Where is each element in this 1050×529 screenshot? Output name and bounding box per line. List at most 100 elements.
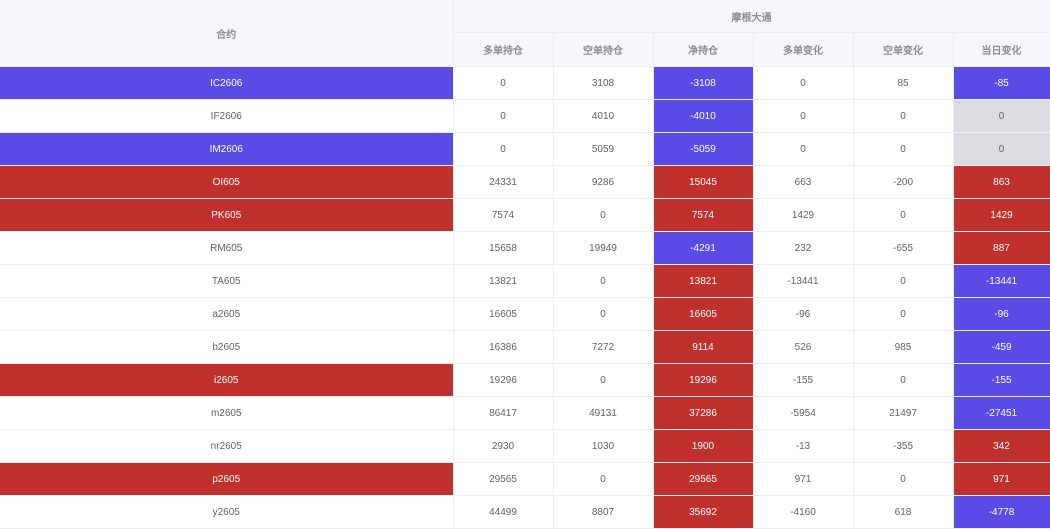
long-position-cell: 19296	[453, 363, 554, 397]
net-position-cell: -5059	[653, 132, 754, 166]
table-row[interactable]: i2605 19296 0 19296 -155 0 -155	[0, 363, 1050, 397]
daily-change-cell: 0	[953, 99, 1050, 133]
net-position-cell: 37286	[653, 396, 754, 430]
long-position-cell: 44499	[453, 495, 554, 529]
daily-change-cell: -13441	[953, 264, 1050, 298]
net-position-cell: -4010	[653, 99, 754, 133]
long-change-cell: -5954	[753, 396, 854, 430]
header-group-jpmorgan: 摩根大通	[453, 0, 1050, 33]
short-change-cell: 0	[853, 297, 954, 331]
long-change-cell: 663	[753, 165, 854, 199]
short-position-cell: 3108	[553, 66, 654, 100]
short-position-cell: 19949	[553, 231, 654, 265]
header-short-position[interactable]: 空单持仓	[553, 32, 654, 67]
long-position-cell: 0	[453, 99, 554, 133]
net-position-cell: 13821	[653, 264, 754, 298]
long-position-cell: 2930	[453, 429, 554, 463]
short-change-cell: 0	[853, 264, 954, 298]
short-change-cell: 0	[853, 198, 954, 232]
daily-change-cell: -459	[953, 330, 1050, 364]
short-change-cell: -200	[853, 165, 954, 199]
header-daily-change[interactable]: 当日变化	[953, 32, 1050, 67]
table-row[interactable]: IM2606 0 5059 -5059 0 0 0	[0, 132, 1050, 166]
table-row[interactable]: PK605 7574 0 7574 1429 0 1429	[0, 198, 1050, 232]
short-change-cell: 0	[853, 132, 954, 166]
long-position-cell: 0	[453, 66, 554, 100]
table-row[interactable]: OI605 24331 9286 15045 663 -200 863	[0, 165, 1050, 199]
long-change-cell: 1429	[753, 198, 854, 232]
short-change-cell: 0	[853, 363, 954, 397]
net-position-cell: 29565	[653, 462, 754, 496]
daily-change-cell: 342	[953, 429, 1050, 463]
long-position-cell: 16386	[453, 330, 554, 364]
net-position-cell: 9114	[653, 330, 754, 364]
header-short-change[interactable]: 空单变化	[853, 32, 954, 67]
daily-change-cell: -85	[953, 66, 1050, 100]
long-change-cell: -96	[753, 297, 854, 331]
contract-cell: IC2606	[0, 66, 454, 100]
short-position-cell: 8807	[553, 495, 654, 529]
header-contract[interactable]: 合约	[0, 0, 454, 67]
long-change-cell: -13441	[753, 264, 854, 298]
long-change-cell: -155	[753, 363, 854, 397]
long-position-cell: 15658	[453, 231, 554, 265]
long-change-cell: -13	[753, 429, 854, 463]
short-position-cell: 0	[553, 297, 654, 331]
net-position-cell: -4291	[653, 231, 754, 265]
contract-cell: y2605	[0, 495, 454, 529]
table-row[interactable]: p2605 29565 0 29565 971 0 971	[0, 462, 1050, 496]
table-row[interactable]: IF2606 0 4010 -4010 0 0 0	[0, 99, 1050, 133]
contract-cell: nr2605	[0, 429, 454, 463]
contract-cell: TA605	[0, 264, 454, 298]
long-position-cell: 16605	[453, 297, 554, 331]
short-change-cell: 618	[853, 495, 954, 529]
long-position-cell: 29565	[453, 462, 554, 496]
long-change-cell: 0	[753, 99, 854, 133]
header-long-position[interactable]: 多单持仓	[453, 32, 554, 67]
header-net-position[interactable]: 净持仓	[653, 32, 754, 67]
table-row[interactable]: m2605 86417 49131 37286 -5954 21497 -27451	[0, 396, 1050, 430]
short-position-cell: 0	[553, 462, 654, 496]
net-position-cell: -3108	[653, 66, 754, 100]
contract-cell: OI605	[0, 165, 454, 199]
short-position-cell: 7272	[553, 330, 654, 364]
table-row[interactable]: TA605 13821 0 13821 -13441 0 -13441	[0, 264, 1050, 298]
short-position-cell: 1030	[553, 429, 654, 463]
net-position-cell: 15045	[653, 165, 754, 199]
short-change-cell: 0	[853, 462, 954, 496]
short-change-cell: 985	[853, 330, 954, 364]
long-position-cell: 7574	[453, 198, 554, 232]
daily-change-cell: -27451	[953, 396, 1050, 430]
daily-change-cell: 1429	[953, 198, 1050, 232]
table-row[interactable]: y2605 44499 8807 35692 -4160 618 -4778	[0, 495, 1050, 529]
short-change-cell: 0	[853, 99, 954, 133]
table-row[interactable]: a2605 16605 0 16605 -96 0 -96	[0, 297, 1050, 331]
long-position-cell: 86417	[453, 396, 554, 430]
table-row[interactable]: b2605 16386 7272 9114 526 985 -459	[0, 330, 1050, 364]
short-position-cell: 0	[553, 198, 654, 232]
positions-table: 合约 摩根大通 多单持仓 空单持仓 净持仓 多单变化 空单变化 当日变化 IC2…	[0, 0, 1050, 529]
long-change-cell: 0	[753, 132, 854, 166]
short-change-cell: -355	[853, 429, 954, 463]
contract-cell: RM605	[0, 231, 454, 265]
table-row[interactable]: nr2605 2930 1030 1900 -13 -355 342	[0, 429, 1050, 463]
daily-change-cell: 863	[953, 165, 1050, 199]
table-row[interactable]: IC2606 0 3108 -3108 0 85 -85	[0, 66, 1050, 100]
daily-change-cell: 971	[953, 462, 1050, 496]
long-position-cell: 24331	[453, 165, 554, 199]
net-position-cell: 1900	[653, 429, 754, 463]
contract-cell: b2605	[0, 330, 454, 364]
daily-change-cell: 887	[953, 231, 1050, 265]
header-long-change[interactable]: 多单变化	[753, 32, 854, 67]
net-position-cell: 16605	[653, 297, 754, 331]
net-position-cell: 35692	[653, 495, 754, 529]
long-change-cell: 232	[753, 231, 854, 265]
contract-cell: PK605	[0, 198, 454, 232]
table-row[interactable]: RM605 15658 19949 -4291 232 -655 887	[0, 231, 1050, 265]
long-change-cell: 0	[753, 66, 854, 100]
daily-change-cell: -4778	[953, 495, 1050, 529]
contract-cell: a2605	[0, 297, 454, 331]
daily-change-cell: 0	[953, 132, 1050, 166]
net-position-cell: 7574	[653, 198, 754, 232]
short-position-cell: 9286	[553, 165, 654, 199]
